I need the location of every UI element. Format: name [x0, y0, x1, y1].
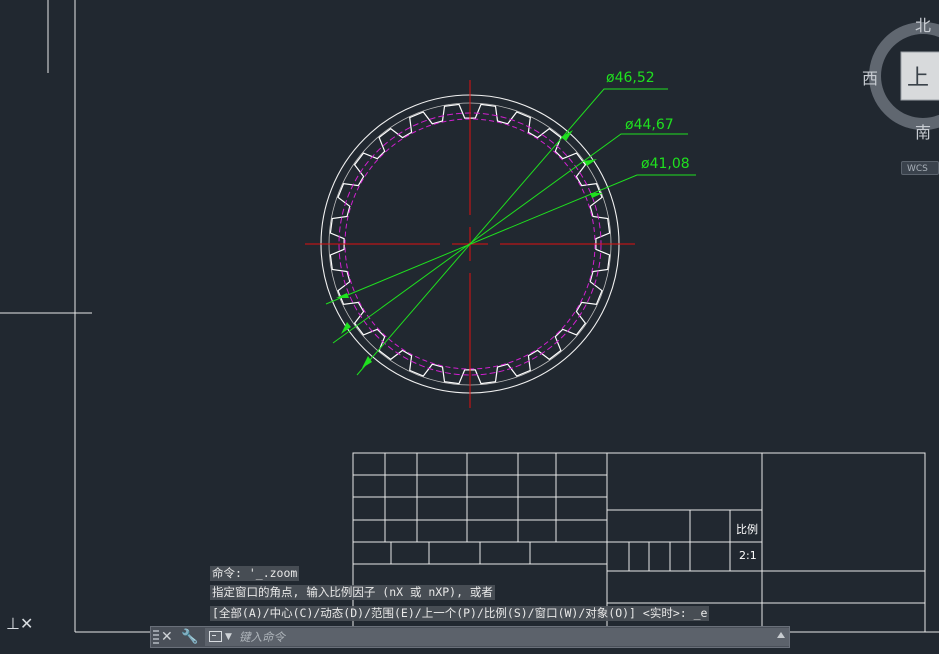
command-input[interactable]	[239, 628, 759, 646]
viewcube[interactable]: 上 北 南 西	[862, 16, 939, 142]
command-history-line-2: 指定窗口的角点, 输入比例因子 (nX 或 nXP), 或者	[210, 585, 495, 600]
dimension-label-3[interactable]: ø41,08	[641, 156, 690, 172]
scale-value: 2:1	[739, 549, 757, 562]
command-prompt-icon[interactable]	[209, 631, 222, 642]
drawing-canvas[interactable]: ø46,52 ø44,67 ø41,08 比例 2:1 上 北 南 西	[0, 0, 939, 654]
wrench-icon[interactable]: 🔧	[181, 628, 198, 646]
wcs-menu-button[interactable]: WCS	[901, 161, 939, 175]
viewcube-top-face[interactable]: 上	[907, 66, 929, 91]
command-line-bar: ✕ 🔧 ▼	[150, 626, 790, 648]
dimension-label-1[interactable]: ø46,52	[606, 70, 655, 86]
history-up-arrow-icon[interactable]	[777, 632, 785, 638]
scale-label: 比例	[736, 522, 758, 536]
command-input-wrap: ▼	[205, 628, 789, 646]
command-history-line-1: 命令: '_.zoom	[210, 566, 300, 581]
close-icon[interactable]: ✕	[161, 628, 173, 646]
command-history-line-3: [全部(A)/中心(C)/动态(D)/范围(E)/上一个(P)/比例(S)/窗口…	[210, 606, 710, 621]
drag-handle[interactable]	[153, 630, 159, 645]
compass-north[interactable]: 北	[915, 16, 931, 35]
compass-west[interactable]: 西	[862, 69, 878, 88]
chevron-down-icon[interactable]: ▼	[225, 628, 232, 646]
compass-south[interactable]: 南	[915, 123, 931, 142]
dimension-label-2[interactable]: ø44,67	[625, 117, 674, 133]
ucs-icon: ⊥✕	[6, 614, 34, 633]
